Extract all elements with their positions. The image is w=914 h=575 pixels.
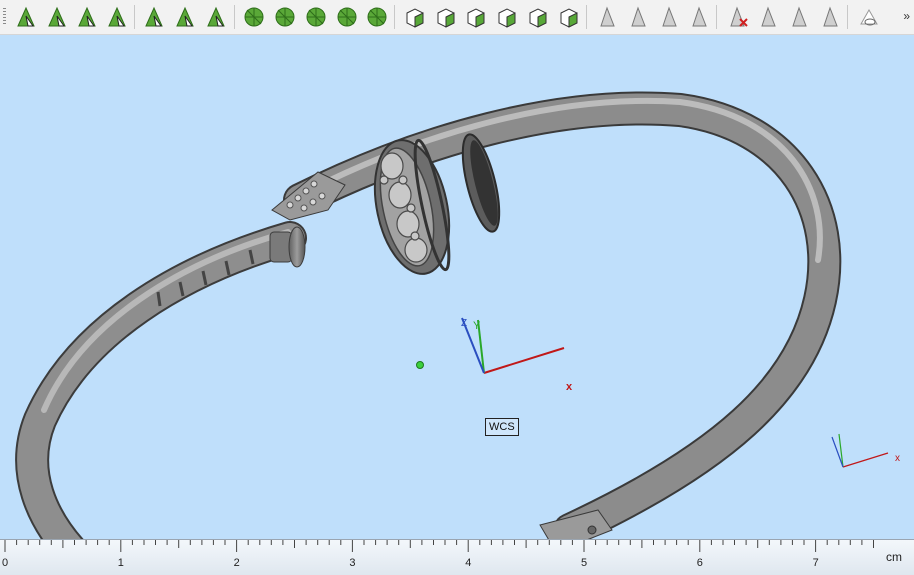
visibility-eye-icon xyxy=(860,8,878,26)
solid-select-button[interactable] xyxy=(104,4,130,30)
face-select-icon xyxy=(48,6,66,27)
toolbar-grip[interactable] xyxy=(3,8,6,26)
box-view-wire-button[interactable] xyxy=(494,4,520,30)
box-view-render-icon xyxy=(560,8,578,28)
box-view-top-button[interactable] xyxy=(433,4,459,30)
connected-select-icon xyxy=(176,6,194,27)
toolbar-separator xyxy=(716,5,717,29)
mesh-segments-button[interactable] xyxy=(334,4,360,30)
ruler-tick-label: 6 xyxy=(696,557,703,569)
axis-y-label: Y xyxy=(473,320,481,332)
show-triangle-icon xyxy=(600,6,615,27)
box-view-iso-button[interactable] xyxy=(463,4,489,30)
mesh-segments-icon xyxy=(337,7,357,27)
toolbar-separator xyxy=(234,5,235,29)
show-partial-icon xyxy=(631,6,646,27)
plane-select-icon xyxy=(145,6,163,27)
mesh-fan-icon xyxy=(367,7,387,27)
mini-axis-x-label: x xyxy=(895,453,900,464)
mesh-pattern-button[interactable] xyxy=(303,4,329,30)
box-view-section-button[interactable] xyxy=(525,4,551,30)
main-toolbar: » xyxy=(0,0,914,35)
box-view-iso-icon xyxy=(467,8,485,28)
toolbar-separator xyxy=(847,5,848,29)
measurement-ruler: 0 1 2 3 4 5 6 7 cm xyxy=(0,539,914,575)
edge-curve-icon xyxy=(207,6,225,27)
mesh-pattern-icon xyxy=(306,7,326,27)
mesh-connected-button[interactable] xyxy=(272,4,298,30)
show-add-icon xyxy=(692,6,707,27)
plane-select-button[interactable] xyxy=(141,4,167,30)
vertex-select-icon xyxy=(17,6,35,27)
band-gem-tip[interactable] xyxy=(271,171,346,221)
toolbar-separator xyxy=(134,5,135,29)
show-flipped-button[interactable] xyxy=(656,4,682,30)
box-view-render-button[interactable] xyxy=(556,4,582,30)
mesh-select-icon xyxy=(244,7,264,27)
visibility-eye-button[interactable] xyxy=(855,4,881,30)
toolbar-overflow-button[interactable]: » xyxy=(903,8,910,24)
ruler-tick-label: 1 xyxy=(117,557,124,569)
box-view-section-icon xyxy=(529,8,547,28)
wcs-label[interactable]: WCS xyxy=(485,418,519,436)
hide-delete-button[interactable] xyxy=(724,4,750,30)
edge-curve-button[interactable] xyxy=(203,4,229,30)
hide-outline-icon xyxy=(761,6,776,27)
solid-select-icon xyxy=(108,6,126,27)
hide-copy-icon xyxy=(792,6,807,27)
axis-z-label: Z xyxy=(461,318,467,329)
ruler-tick-label: 3 xyxy=(349,557,356,569)
hide-copy-button[interactable] xyxy=(786,4,812,30)
box-view-front-button[interactable] xyxy=(402,4,428,30)
box-view-top-icon xyxy=(437,8,455,28)
pivot-point[interactable] xyxy=(416,361,424,369)
show-add-button[interactable] xyxy=(686,4,712,30)
toolbar-separator xyxy=(394,5,395,29)
box-view-front-icon xyxy=(406,8,424,28)
ruler-tick-label: 4 xyxy=(465,557,472,569)
ruler-tick-label: 0 xyxy=(2,557,9,569)
ruler-tick-label: 5 xyxy=(581,557,588,569)
scene-canvas[interactable]: Y Z x xyxy=(0,35,914,539)
curve-select-button[interactable] xyxy=(74,4,100,30)
ruler-tick-label: 7 xyxy=(812,557,819,569)
band-end-plug[interactable] xyxy=(269,226,306,268)
ruler-unit-label: cm xyxy=(886,550,902,564)
curve-select-icon xyxy=(78,6,96,27)
box-view-wire-icon xyxy=(498,8,516,28)
3d-viewport[interactable]: Y Z x WCS x xyxy=(0,35,914,539)
hide-delete-icon xyxy=(730,6,748,27)
mesh-connected-icon xyxy=(275,7,295,27)
hide-outline-button[interactable] xyxy=(755,4,781,30)
vertex-select-button[interactable] xyxy=(13,4,39,30)
connected-select-button[interactable] xyxy=(172,4,198,30)
mesh-select-button[interactable] xyxy=(241,4,267,30)
ruler-ticks xyxy=(4,540,874,552)
face-select-button[interactable] xyxy=(44,4,70,30)
mesh-fan-button[interactable] xyxy=(364,4,390,30)
hide-shade-button[interactable] xyxy=(817,4,843,30)
show-partial-button[interactable] xyxy=(625,4,651,30)
toolbar-separator xyxy=(586,5,587,29)
orientation-triad: x xyxy=(831,433,900,468)
axis-x-label: x xyxy=(566,381,573,393)
hide-shade-icon xyxy=(823,6,838,27)
show-triangle-button[interactable] xyxy=(594,4,620,30)
show-flipped-icon xyxy=(662,6,677,27)
end-cap-disc[interactable] xyxy=(455,131,506,235)
ruler-tick-label: 2 xyxy=(233,557,240,569)
